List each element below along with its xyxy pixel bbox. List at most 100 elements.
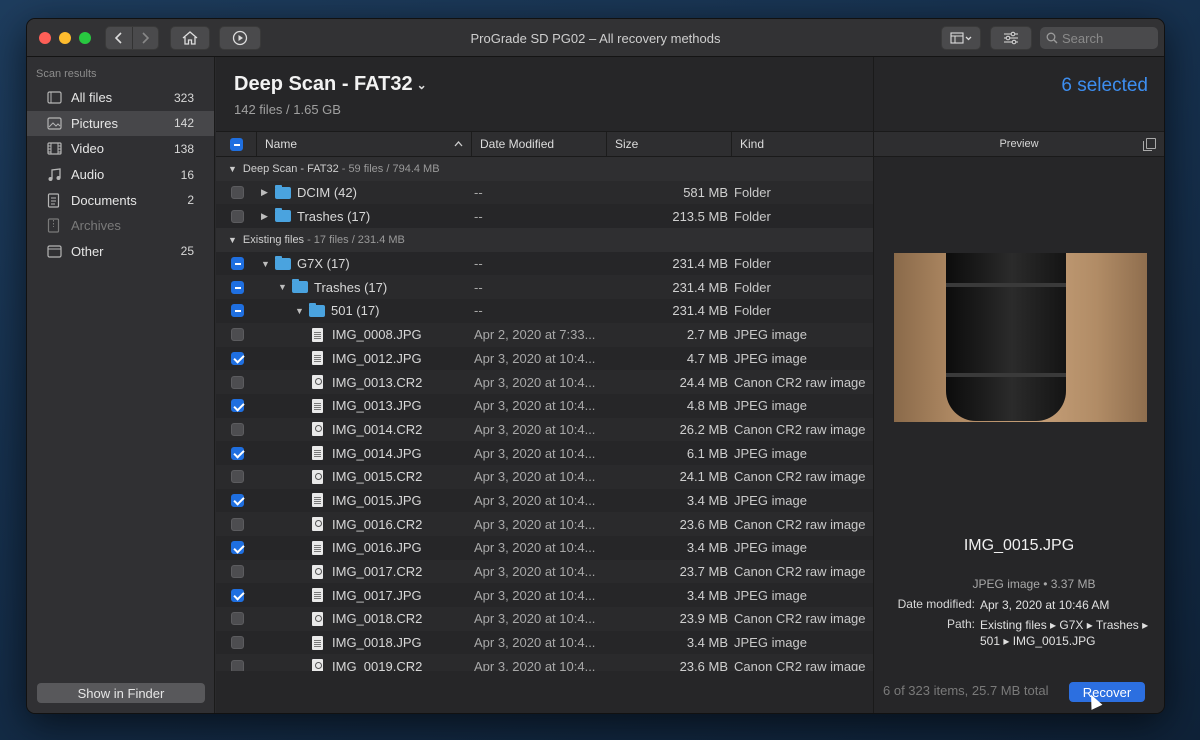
- row-checkbox[interactable]: [231, 328, 244, 342]
- folder-row[interactable]: ▶ Trashes (17) -- 213.5 MB Folder: [216, 204, 873, 228]
- preview-panel: 6 selected Preview IMG_0015.JPG JPEG ima…: [873, 57, 1164, 713]
- disclosure-collapsed-icon[interactable]: ▶: [261, 187, 275, 198]
- file-row[interactable]: IMG_0013.CR2 Apr 3, 2020 at 10:4... 24.4 M…: [216, 370, 873, 394]
- file-row[interactable]: IMG_0019.CR2 Apr 3, 2020 at 10:4... 23.6 M…: [216, 654, 873, 671]
- row-checkbox[interactable]: [231, 257, 244, 271]
- column-size[interactable]: Size: [606, 132, 731, 156]
- folder-row[interactable]: ▼ G7X (17) -- 231.4 MB Folder: [216, 252, 873, 276]
- group-header[interactable]: ▼ Deep Scan - FAT32 - 59 files / 794.4 MB: [216, 157, 873, 181]
- back-button[interactable]: [106, 27, 132, 49]
- main-footer: [216, 671, 873, 713]
- chevron-down-icon: ⌄: [416, 77, 427, 92]
- row-checkbox[interactable]: [231, 399, 244, 413]
- sidebar-item-label: Pictures: [71, 115, 118, 131]
- file-row[interactable]: IMG_0015.JPG Apr 3, 2020 at 10:4... 3.4 MB…: [216, 489, 873, 513]
- row-checkbox[interactable]: [231, 493, 244, 507]
- scan-history-button[interactable]: [219, 26, 261, 50]
- show-in-finder-button[interactable]: Show in Finder: [37, 683, 205, 703]
- raw-image-file-icon: [312, 564, 323, 579]
- group-name: Existing files: [242, 233, 305, 246]
- close-window-button[interactable]: [39, 32, 51, 44]
- select-all-checkbox[interactable]: [230, 137, 243, 151]
- sidebar-item-other[interactable]: Other 25: [27, 239, 214, 265]
- sidebar-item-documents[interactable]: Documents 2: [27, 187, 214, 213]
- column-kind[interactable]: Kind: [731, 132, 873, 156]
- size-cell: 4.8 MB: [686, 398, 728, 414]
- disclosure-expanded-icon[interactable]: ▼: [228, 164, 237, 174]
- raw-image-file-icon: [312, 611, 323, 626]
- date-value: Apr 3, 2020 at 10:46 AM: [980, 598, 1110, 612]
- titlebar: ProGrade SD PG02 – All recovery methods: [27, 19, 1164, 57]
- scan-title-dropdown[interactable]: Deep Scan - FAT32 ⌄: [234, 73, 873, 96]
- sidebar-item-label: Archives: [71, 218, 121, 234]
- file-row[interactable]: IMG_0014.CR2 Apr 3, 2020 at 10:4... 26.2 M…: [216, 417, 873, 442]
- file-row[interactable]: IMG_0013.JPG Apr 3, 2020 at 10:4... 4.8 MB…: [216, 394, 873, 418]
- sidebar-item-label: Video: [71, 141, 105, 157]
- date-cell: Apr 2, 2020 at 7:33...: [474, 327, 596, 343]
- search-input[interactable]: [1062, 30, 1152, 46]
- home-icon: [182, 31, 198, 45]
- file-row[interactable]: IMG_0015.CR2 Apr 3, 2020 at 10:4... 24.1 M…: [216, 464, 873, 489]
- row-checkbox[interactable]: [231, 636, 244, 650]
- name-cell: IMG_0018.CR2: [312, 611, 422, 626]
- name-cell: IMG_0015.CR2: [312, 469, 422, 484]
- minimize-window-button[interactable]: [59, 32, 71, 44]
- column-date[interactable]: Date Modified: [471, 132, 606, 156]
- name-cell: ▶ Trashes (17): [261, 208, 370, 224]
- search-icon: [1046, 32, 1058, 44]
- disclosure-expanded-icon[interactable]: ▼: [261, 259, 275, 269]
- row-checkbox[interactable]: [231, 209, 244, 223]
- folder-row[interactable]: ▶ DCIM (42) -- 581 MB Folder: [216, 180, 873, 205]
- size-cell: 3.4 MB: [686, 587, 728, 603]
- kind-cell: Folder: [734, 303, 771, 319]
- file-row[interactable]: IMG_0018.JPG Apr 3, 2020 at 10:4... 3.4 MB…: [216, 631, 873, 655]
- column-name[interactable]: Name: [256, 132, 471, 156]
- file-row[interactable]: IMG_0014.JPG Apr 3, 2020 at 10:4... 6.1 MB…: [216, 441, 873, 465]
- row-checkbox[interactable]: [231, 612, 244, 626]
- row-checkbox[interactable]: [231, 280, 244, 294]
- row-checkbox[interactable]: [231, 517, 244, 531]
- sidebar-item-archives[interactable]: Archives: [27, 213, 214, 239]
- home-button[interactable]: [170, 26, 210, 50]
- row-checkbox[interactable]: [231, 375, 244, 389]
- preview-type-size: JPEG image • 3.37 MB: [972, 577, 1096, 591]
- sidebar-item-audio[interactable]: Audio 16: [27, 162, 214, 188]
- sidebar-item-all-files[interactable]: All files 323: [27, 85, 214, 111]
- group-header[interactable]: ▼ Existing files - 17 files / 231.4 MB: [216, 228, 873, 252]
- size-cell: 4.7 MB: [686, 350, 728, 366]
- row-checkbox[interactable]: [231, 304, 244, 318]
- sidebar-item-pictures[interactable]: Pictures 142: [27, 110, 214, 137]
- row-checkbox[interactable]: [231, 422, 244, 436]
- row-checkbox[interactable]: [231, 565, 244, 579]
- file-row[interactable]: IMG_0017.CR2 Apr 3, 2020 at 10:4... 23.7 M…: [216, 559, 873, 584]
- disclosure-collapsed-icon[interactable]: ▶: [261, 211, 275, 222]
- file-row[interactable]: IMG_0018.CR2 Apr 3, 2020 at 10:4... 23.9 M…: [216, 607, 873, 631]
- search-field[interactable]: [1040, 27, 1158, 49]
- file-row[interactable]: IMG_0017.JPG Apr 3, 2020 at 10:4... 3.4 MB…: [216, 583, 873, 607]
- forward-button[interactable]: [131, 27, 159, 49]
- file-row[interactable]: IMG_0016.CR2 Apr 3, 2020 at 10:4... 23.6 M…: [216, 512, 873, 536]
- row-checkbox[interactable]: [231, 541, 244, 555]
- filter-button[interactable]: [990, 26, 1032, 50]
- recover-button[interactable]: Recover: [1069, 682, 1145, 702]
- file-row[interactable]: IMG_0012.JPG Apr 3, 2020 at 10:4... 4.7 MB…: [216, 347, 873, 371]
- row-checkbox[interactable]: [231, 186, 244, 200]
- row-checkbox[interactable]: [231, 351, 244, 365]
- row-checkbox[interactable]: [231, 588, 244, 602]
- sidebar-item-video[interactable]: Video 138: [27, 136, 214, 162]
- copy-icon[interactable]: [1143, 138, 1156, 151]
- file-row[interactable]: IMG_0016.JPG Apr 3, 2020 at 10:4... 3.4 MB…: [216, 536, 873, 560]
- file-row[interactable]: IMG_0008.JPG Apr 2, 2020 at 7:33... 2.7 MB…: [216, 322, 873, 347]
- row-checkbox[interactable]: [231, 446, 244, 460]
- disclosure-expanded-icon[interactable]: ▼: [278, 282, 292, 292]
- archives-icon: [47, 218, 63, 233]
- disclosure-expanded-icon[interactable]: ▼: [228, 235, 237, 245]
- row-checkbox[interactable]: [231, 659, 244, 671]
- disclosure-expanded-icon[interactable]: ▼: [295, 306, 309, 316]
- row-checkbox[interactable]: [231, 470, 244, 484]
- view-mode-button[interactable]: [941, 26, 981, 50]
- folder-row[interactable]: ▼ Trashes (17) -- 231.4 MB Folder: [216, 275, 873, 300]
- folder-row[interactable]: ▼ 501 (17) -- 231.4 MB Folder: [216, 299, 873, 323]
- size-cell: 24.1 MB: [679, 469, 728, 485]
- zoom-window-button[interactable]: [79, 32, 91, 44]
